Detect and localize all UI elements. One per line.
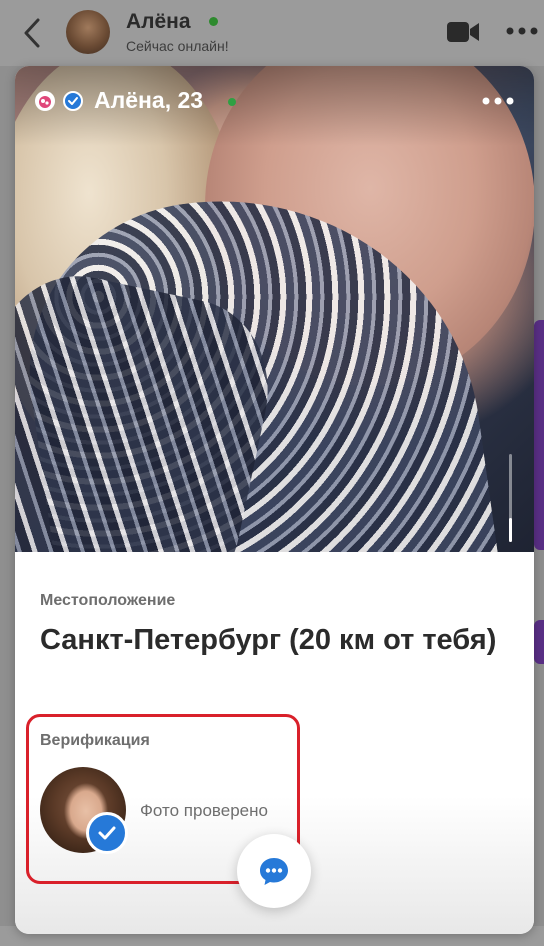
verified-check-icon [63,91,83,111]
profile-name-age: Алёна, 23 [94,87,204,113]
profile-header: Алёна, 23 [15,66,534,138]
background-message-bubble [534,620,544,664]
profile-photo[interactable]: Алёна, 23 [15,66,534,552]
flame-badge-icon [35,91,55,111]
chat-contact-name: Алёна [126,10,191,33]
online-indicator [209,17,218,26]
chat-bubble-icon [260,858,288,885]
location-value: Санкт-Петербург (20 км от тебя) [40,624,497,656]
chat-more-button[interactable] [504,22,540,40]
chevron-left-icon [24,18,40,48]
location-label: Местоположение [40,592,176,609]
background-message-bubble [534,320,544,550]
chat-header: Алёна Сейчас онлайн! [0,0,544,66]
chat-online-status: Сейчас онлайн! [126,38,229,54]
profile-more-button[interactable] [481,94,515,108]
chat-avatar[interactable] [66,10,110,54]
photo-scroll-thumb [509,518,512,542]
start-chat-button[interactable] [237,834,311,908]
back-button[interactable] [18,16,48,50]
online-indicator [228,98,236,106]
more-horizontal-icon [506,27,538,35]
more-horizontal-icon [482,97,514,105]
video-call-button[interactable] [446,20,480,44]
video-camera-icon [447,22,479,42]
